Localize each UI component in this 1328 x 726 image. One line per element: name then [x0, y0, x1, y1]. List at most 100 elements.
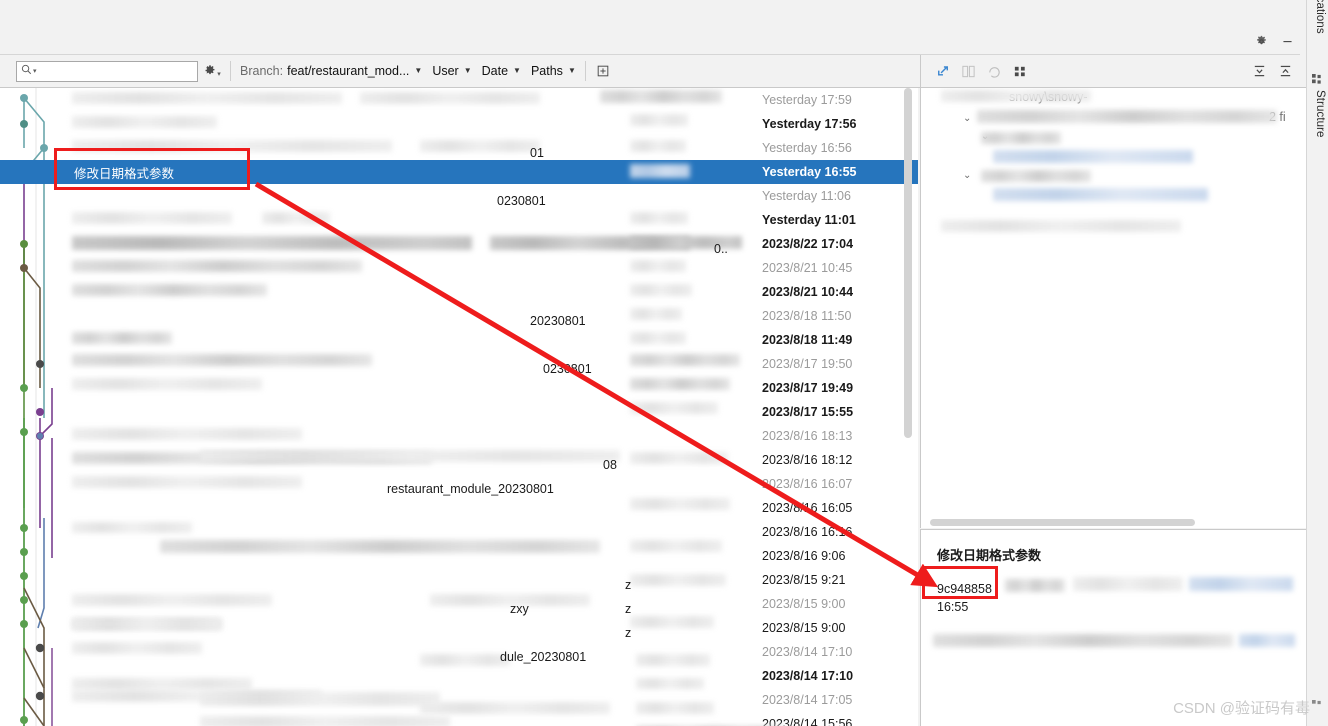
collapse-all-icon[interactable] — [1272, 58, 1298, 84]
commit-date-text: 2023/8/16 16:16 — [762, 525, 853, 539]
search-input[interactable] — [39, 65, 194, 77]
tab-notifications[interactable]: ifications — [1310, 0, 1328, 36]
commit-date-cell: 2023/8/14 15:56 — [752, 712, 908, 726]
commit-date-cell: 2023/8/16 9:06 — [752, 544, 908, 568]
chevron-down-icon[interactable]: ⌄ — [963, 113, 971, 124]
search-dropdown-caret[interactable]: ▾ — [33, 67, 37, 75]
paths-filter-label: Paths — [530, 64, 563, 78]
chevron-down-icon: ▼ — [414, 66, 423, 75]
commit-author-cell — [624, 184, 752, 208]
commit-date-cell: 2023/8/22 17:04 — [752, 232, 908, 256]
text-fragment: 0230801 — [497, 194, 546, 208]
commit-date-text: Yesterday 11:06 — [762, 189, 851, 203]
commit-date-cell: 2023/8/18 11:49 — [752, 328, 908, 352]
commit-subject-cell — [66, 568, 690, 592]
text-fragment: 01 — [530, 146, 544, 160]
commit-date-text: 2023/8/22 17:04 — [762, 237, 854, 251]
commit-date-text: 2023/8/14 17:05 — [762, 693, 853, 707]
table-row[interactable]: 2023/8/18 11:50 — [0, 304, 918, 328]
chevron-down-icon[interactable]: ⌄ — [963, 170, 971, 181]
commit-date-cell: 2023/8/21 10:44 — [752, 280, 908, 304]
user-filter-label: User — [432, 64, 459, 78]
commit-date-text: 2023/8/16 16:07 — [762, 477, 853, 491]
commit-author-cell — [624, 424, 752, 448]
grid-icon — [1312, 698, 1323, 716]
gear-icon[interactable] — [1248, 29, 1274, 53]
add-tab-icon[interactable] — [590, 58, 616, 84]
commit-author-cell — [624, 712, 752, 726]
branch-filter[interactable]: Branch: feat/restaurant_mod... ▼ — [235, 59, 427, 83]
text-fragment: dule_20230801 — [500, 650, 587, 664]
tab-structure[interactable]: Structure — [1310, 88, 1328, 140]
commit-date-text: 2023/8/14 17:10 — [762, 669, 854, 683]
commit-hash[interactable]: 9c948858 — [937, 582, 992, 596]
commit-date-cell: Yesterday 11:01 — [752, 208, 908, 232]
table-row[interactable]: 2023/8/17 15:55 — [0, 400, 918, 424]
commit-date-cell: 2023/8/21 10:45 — [752, 256, 908, 280]
text-fragment: 0.. — [714, 242, 728, 256]
commit-date-cell: 2023/8/18 11:50 — [752, 304, 908, 328]
text-fragment: z — [625, 578, 632, 592]
commit-details-toolbar — [920, 55, 1306, 88]
text-fragment: restaurant_module_20230801 — [387, 482, 554, 496]
chevron-down-icon: ▼ — [567, 66, 576, 75]
text-fragment: z — [625, 626, 632, 640]
commit-subject-cell — [66, 184, 690, 208]
commit-date-text: Yesterday 17:59 — [762, 93, 852, 107]
commit-date-text: Yesterday 17:56 — [762, 117, 857, 131]
group-by-directory-icon[interactable] — [1007, 58, 1033, 84]
table-row[interactable]: 2023/8/14 15:56 — [0, 712, 918, 726]
date-filter-label: Date — [481, 64, 509, 78]
commit-date-text: 2023/8/17 15:55 — [762, 405, 854, 419]
commit-date-text: Yesterday 16:56 — [762, 141, 852, 155]
commit-date-text: 2023/8/17 19:50 — [762, 357, 853, 371]
commit-date-text: 2023/8/18 11:50 — [762, 309, 852, 323]
commit-date-cell: 2023/8/17 19:49 — [752, 376, 908, 400]
commit-date-cell: 2023/8/14 17:05 — [752, 688, 908, 712]
user-filter[interactable]: User ▼ — [427, 59, 476, 83]
commit-date-cell: 2023/8/16 16:16 — [752, 520, 908, 544]
commit-subject-cell — [66, 304, 690, 328]
commit-date-cell: 2023/8/14 17:10 — [752, 640, 908, 664]
commit-date-cell: 2023/8/15 9:00 — [752, 592, 908, 616]
date-filter[interactable]: Date ▼ — [477, 59, 526, 83]
changed-files-horizontal-scrollbar[interactable] — [930, 519, 1195, 526]
commit-date-cell: 2023/8/16 16:05 — [752, 496, 908, 520]
window-controls — [0, 28, 1300, 55]
commit-date-cell: Yesterday 17:56 — [752, 112, 908, 136]
paths-filter[interactable]: Paths ▼ — [526, 59, 581, 83]
commit-date-text: 2023/8/16 9:06 — [762, 549, 846, 563]
scrollbar-thumb[interactable] — [904, 88, 912, 438]
log-vertical-scrollbar[interactable] — [903, 88, 913, 726]
commit-date-text: 2023/8/21 10:44 — [762, 285, 854, 299]
text-fragment: 0230801 — [543, 362, 592, 376]
git-log-table[interactable]: Yesterday 17:59 Yesterday 17:56 Yesterday … — [0, 88, 918, 726]
log-rows-container: Yesterday 17:59 Yesterday 17:56 Yesterday … — [0, 88, 918, 726]
go-to-change-icon[interactable] — [929, 58, 955, 84]
table-row[interactable]: 2023/8/16 16:05 — [0, 496, 918, 520]
commit-subject-cell — [66, 496, 690, 520]
table-row[interactable]: Yesterday 11:06 — [0, 184, 918, 208]
commit-subject-cell: 修改日期格式参数 — [66, 160, 690, 184]
commit-time: 16:55 — [937, 600, 969, 614]
log-settings-gear-icon[interactable]: ▾ — [198, 64, 226, 78]
search-icon — [21, 62, 32, 80]
commit-date-text: 2023/8/14 17:10 — [762, 645, 853, 659]
text-fragment: zxy — [510, 602, 529, 616]
search-input-wrapper[interactable]: ▾ — [16, 60, 198, 82]
commit-subject: 修改日期格式参数 — [937, 548, 1042, 563]
commit-date-cell: 2023/8/16 18:13 — [752, 424, 908, 448]
changed-files-tree[interactable]: snowy\snowy- 2 fi ⌄ ⌄ ⌄ — [920, 88, 1306, 528]
minimize-icon[interactable] — [1274, 29, 1300, 53]
branch-filter-value: feat/restaurant_mod... — [287, 64, 410, 78]
commit-date-text: 2023/8/17 19:49 — [762, 381, 854, 395]
table-row[interactable]: 修改日期格式参数 Yesterday 16:55 — [0, 160, 918, 184]
commit-date-text: 2023/8/16 18:12 — [762, 453, 853, 467]
expand-all-icon[interactable] — [1246, 58, 1272, 84]
diff-preview-icon[interactable] — [955, 58, 981, 84]
table-row[interactable]: 2023/8/15 9:21 — [0, 568, 918, 592]
text-fragment: z — [625, 602, 632, 616]
commit-date-cell: 2023/8/17 15:55 — [752, 400, 908, 424]
text-fragment: 20230801 — [530, 314, 586, 328]
revert-icon[interactable] — [981, 58, 1007, 84]
